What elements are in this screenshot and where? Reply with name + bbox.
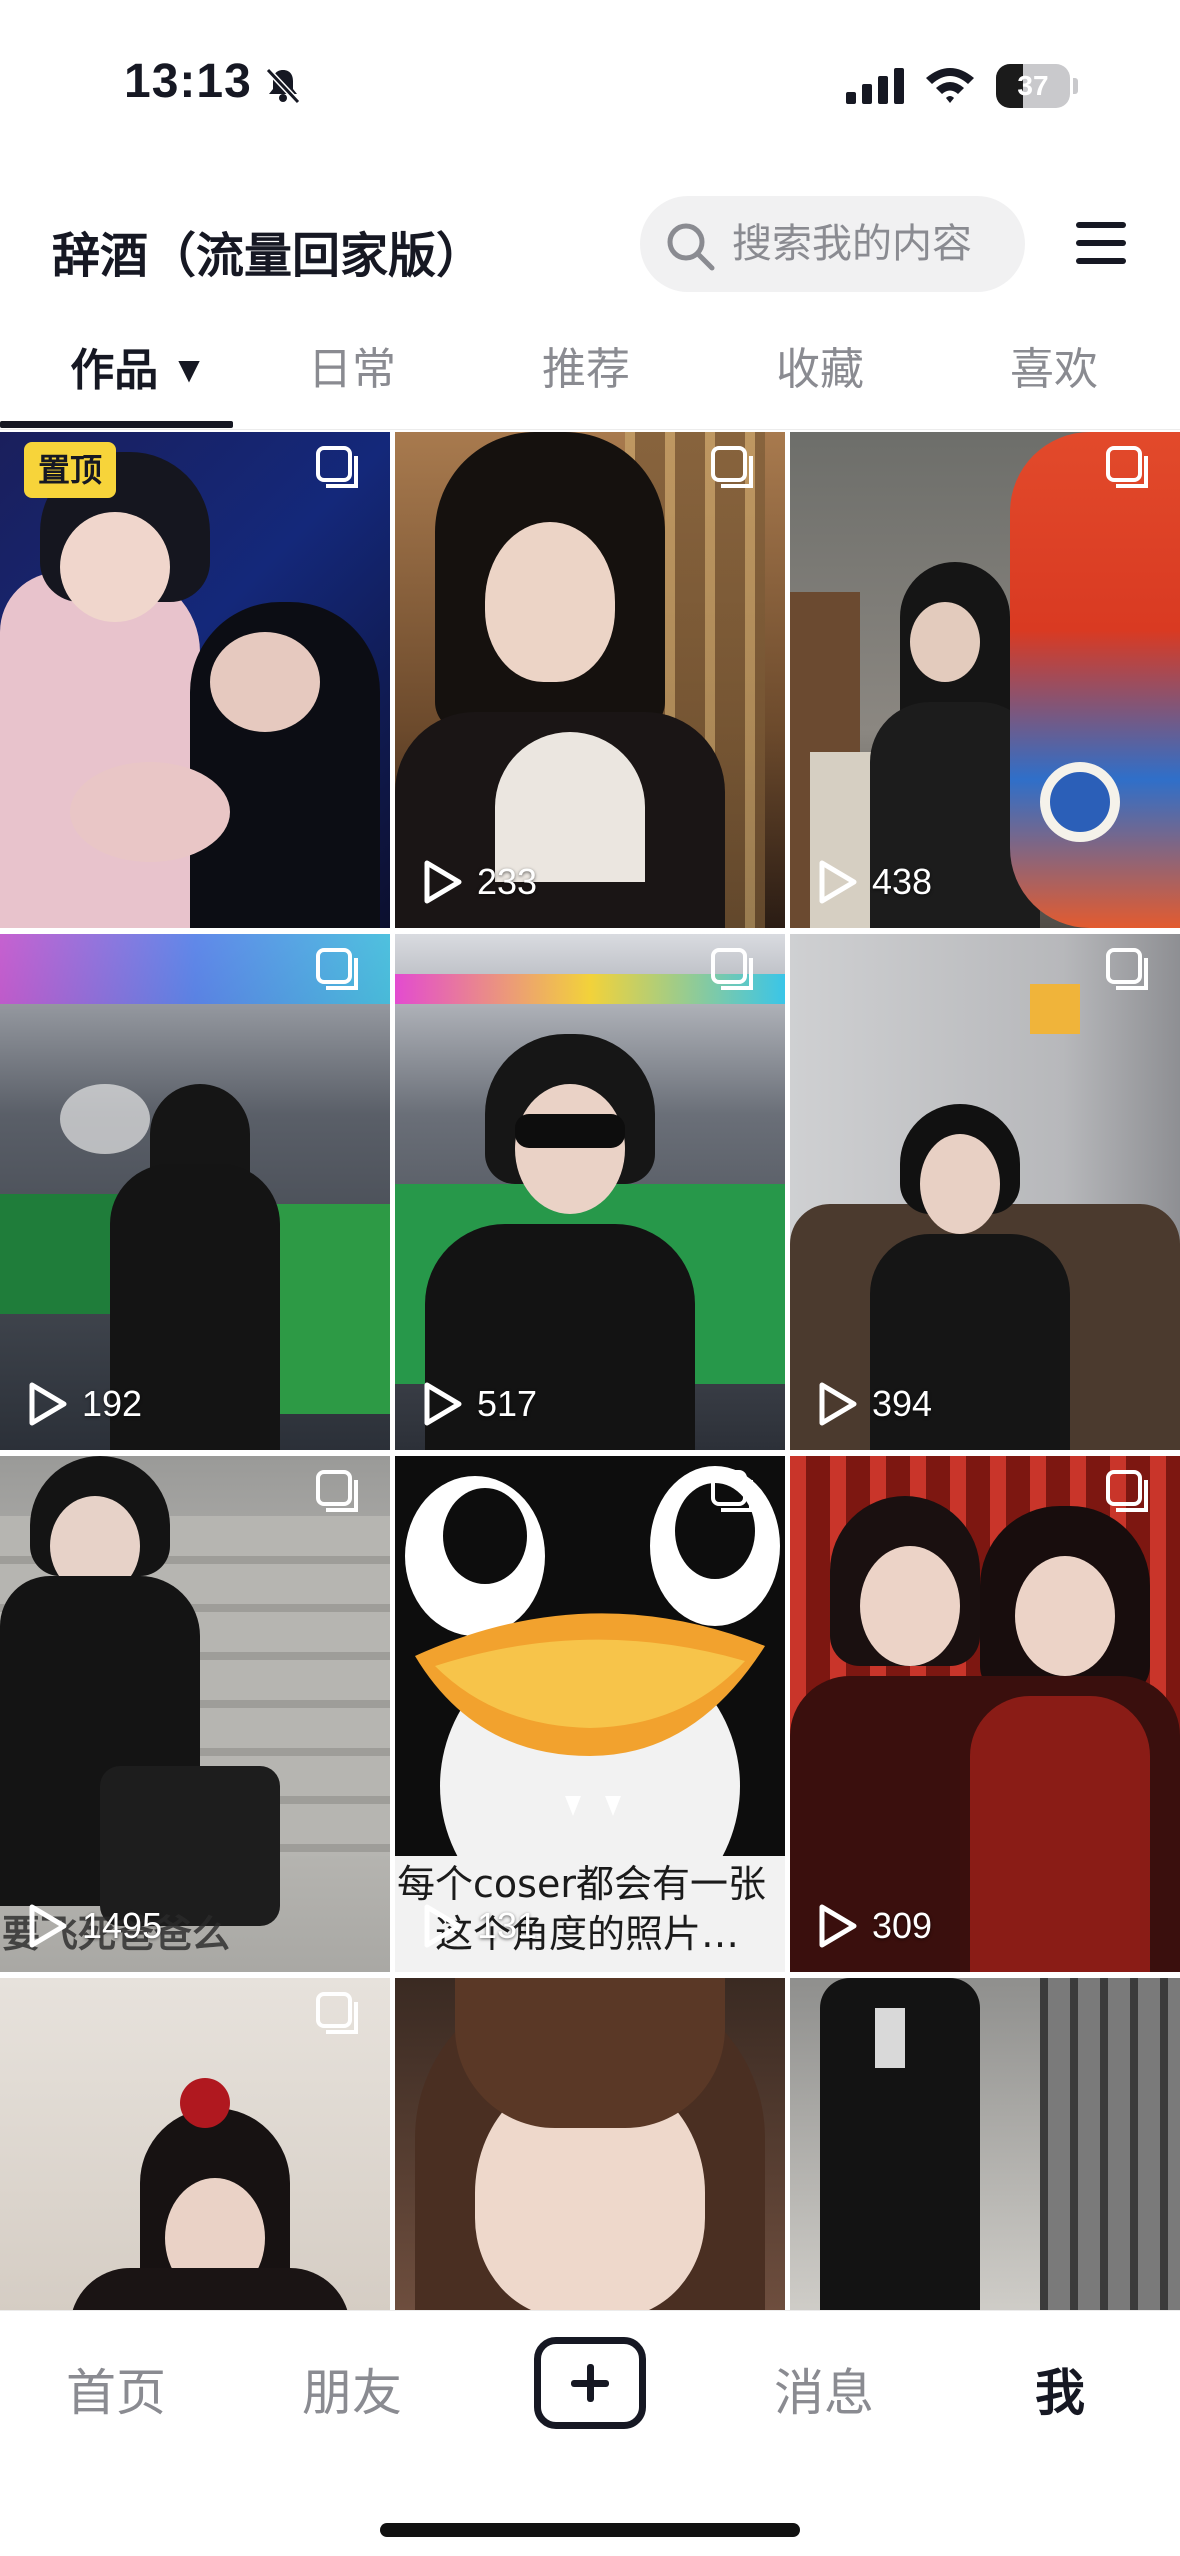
view-count: 438 [816,854,932,910]
tab-recommend[interactable]: 推荐 [496,320,676,430]
caret-down-icon: ▼ [178,353,200,386]
view-count: 233 [421,854,537,910]
multi-image-icon [711,1470,753,1512]
view-count: 517 [421,1376,537,1432]
battery-percent: 37 [1017,70,1049,101]
wifi-icon [926,68,974,103]
play-icon [819,860,857,904]
video-tile-3[interactable]: 438 [790,432,1180,928]
play-icon [29,1382,67,1426]
tab-likes-label: 喜欢 [1010,344,1098,395]
view-count: 1495 [26,1898,162,1954]
view-count: 131 [421,1898,537,1954]
multi-image-icon [316,1992,358,2034]
view-count: 309 [816,1898,932,1954]
video-tile-2[interactable]: 233 [395,432,785,928]
video-tile-10[interactable] [0,1978,390,2312]
view-count-text: 1495 [82,1905,163,1946]
video-grid: 置顶 233 438 192 517 394 要飞死爸爸么 1495 每个cos… [0,432,1180,2312]
multi-image-icon [1106,948,1148,990]
video-tile-6[interactable]: 394 [790,934,1180,1450]
tab-favorites[interactable]: 收藏 [730,320,910,430]
cellular-signal-icon [846,68,904,104]
video-tile-4[interactable]: 192 [0,934,390,1450]
multi-image-icon [711,948,753,990]
home-indicator [380,2523,800,2537]
view-count: 394 [816,1376,932,1432]
view-count-text: 192 [82,1383,143,1424]
profile-title: 辞酒（流量回家版） [52,228,485,284]
nav-friends[interactable]: 朋友 [252,2353,452,2425]
hamburger-menu-icon[interactable] [1074,218,1128,268]
pinned-badge: 置顶 [24,442,117,498]
view-count-text: 309 [872,1905,933,1946]
multi-image-icon [316,1470,358,1512]
view-count-text: 517 [477,1383,538,1424]
tab-works-label: 作品 [70,345,159,396]
video-tile-9[interactable]: 309 [790,1456,1180,1972]
search-input[interactable] [732,196,1012,292]
video-tile-8[interactable]: 每个coser都会有一张 这个角度的照片… 131 [395,1456,785,1972]
bell-muted-icon [265,67,301,105]
multi-image-icon [1106,446,1148,488]
tab-likes[interactable]: 喜欢 [964,320,1144,430]
play-icon [424,1904,462,1948]
video-tile-7[interactable]: 要飞死爸爸么 1495 [0,1456,390,1972]
create-post-button[interactable] [534,2337,646,2429]
nav-home[interactable]: 首页 [16,2353,216,2425]
view-count: 192 [26,1376,142,1432]
search-bar[interactable] [640,196,1025,292]
active-tab-indicator [0,421,233,428]
video-tile-12[interactable] [790,1978,1180,2312]
tab-favorites-label: 收藏 [776,344,864,395]
view-count-text: 438 [872,861,933,902]
status-bar: 13:13 37 [0,0,1180,170]
view-count-text: 131 [477,1905,538,1946]
view-count-text: 233 [477,861,538,902]
tab-works[interactable]: 作品 ▼ [40,320,230,430]
play-icon [424,1382,462,1426]
tab-daily-label: 日常 [308,344,396,395]
video-tile-1[interactable]: 置顶 [0,432,390,928]
multi-image-icon [316,446,358,488]
nav-messages[interactable]: 消息 [724,2353,924,2425]
plus-icon [571,2364,609,2402]
play-icon [29,1904,67,1948]
status-time: 13:13 [124,55,252,108]
play-icon [819,1382,857,1426]
profile-tabs: 作品 ▼ 日常 推荐 收藏 喜欢 [0,320,1180,430]
multi-image-icon [1106,1470,1148,1512]
video-tile-11[interactable] [395,1978,785,2312]
profile-header: 辞酒（流量回家版） [0,180,1180,310]
battery-indicator: 37 [996,64,1078,108]
nav-me[interactable]: 我 [960,2353,1160,2425]
play-icon [819,1904,857,1948]
play-icon [424,860,462,904]
multi-image-icon [711,446,753,488]
tab-daily[interactable]: 日常 [262,320,442,430]
bottom-navigation: 首页 朋友 消息 我 [0,2310,1180,2556]
view-count-text: 394 [872,1383,933,1424]
video-tile-5[interactable]: 517 [395,934,785,1450]
tab-recommend-label: 推荐 [542,344,630,395]
multi-image-icon [316,948,358,990]
search-icon [667,223,715,271]
